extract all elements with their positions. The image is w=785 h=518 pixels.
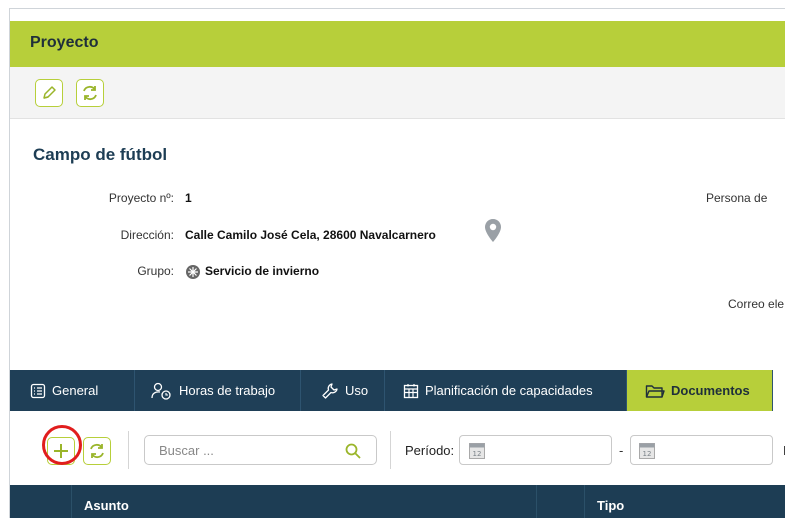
tab-documentos[interactable]: Documentos	[627, 370, 773, 411]
snowflake-icon	[186, 265, 200, 279]
divider	[128, 431, 129, 469]
map-pin-icon[interactable]	[484, 218, 502, 244]
refresh-list-button[interactable]	[83, 437, 111, 465]
calendar-icon[interactable]: 12	[639, 442, 655, 459]
edit-button[interactable]	[35, 79, 63, 107]
tab-planificacion[interactable]: Planificación de capacidades	[385, 370, 627, 411]
date-separator: -	[619, 443, 624, 458]
tab-general[interactable]: General	[10, 370, 135, 411]
title-bar: Proyecto	[10, 21, 785, 67]
person-clock-icon	[151, 382, 171, 400]
project-window: Proyecto Campo de fútbol Proyecto nº: 1 …	[9, 8, 785, 518]
column-divider	[71, 485, 72, 518]
tab-uso[interactable]: Uso	[301, 370, 385, 411]
search-placeholder: Buscar ...	[159, 443, 214, 458]
tab-label: Documentos	[671, 383, 750, 398]
column-divider	[536, 485, 537, 518]
project-number-value: 1	[185, 191, 192, 205]
period-label: Período:	[405, 443, 455, 458]
calendar-icon[interactable]: 12	[469, 442, 485, 459]
search-input[interactable]: Buscar ...	[144, 435, 377, 465]
column-asunto[interactable]: Asunto	[84, 498, 129, 513]
refresh-icon	[83, 85, 97, 101]
divider	[390, 431, 391, 469]
column-tipo[interactable]: Tipo	[597, 498, 624, 513]
column-divider	[584, 485, 585, 518]
group-value: Servicio de invierno	[205, 264, 320, 278]
wrench-icon	[322, 382, 338, 399]
tab-label: Uso	[345, 383, 369, 398]
group-label: Grupo:	[137, 264, 174, 278]
calendar-grid-icon	[403, 383, 419, 398]
filter-bar: Buscar ... Período: 12 - 12 D	[10, 411, 785, 485]
refresh-button[interactable]	[76, 79, 104, 107]
address-label: Dirección:	[120, 228, 174, 242]
tab-label: Horas de trabajo	[179, 383, 276, 398]
tab-label: Planificación de capacidades	[425, 383, 593, 398]
highlight-circle	[42, 425, 82, 465]
toolbar	[10, 67, 785, 119]
page-title: Proyecto	[30, 34, 99, 51]
list-icon	[30, 383, 46, 398]
search-icon	[345, 443, 361, 459]
address-value: Calle Camilo José Cela, 28600 Navalcarne…	[185, 228, 436, 242]
date-from-input[interactable]: 12	[459, 435, 612, 465]
tab-bar: General Horas de trabajo Uso Planificaci…	[10, 370, 785, 411]
project-name: Campo de fútbol	[33, 145, 168, 164]
folder-icon	[645, 384, 665, 398]
contact-person-label: Persona de	[706, 191, 768, 205]
table-header: Asunto Tipo	[10, 485, 785, 518]
tab-label: General	[52, 383, 99, 398]
refresh-icon	[90, 443, 104, 459]
date-to-input[interactable]: 12	[630, 435, 773, 465]
project-number-label: Proyecto nº:	[108, 191, 174, 205]
tab-horas-de-trabajo[interactable]: Horas de trabajo	[135, 370, 301, 411]
email-label: Correo ele	[728, 297, 785, 311]
svg-text:12: 12	[643, 450, 652, 458]
svg-text:12: 12	[473, 450, 482, 458]
pencil-icon	[43, 86, 56, 99]
